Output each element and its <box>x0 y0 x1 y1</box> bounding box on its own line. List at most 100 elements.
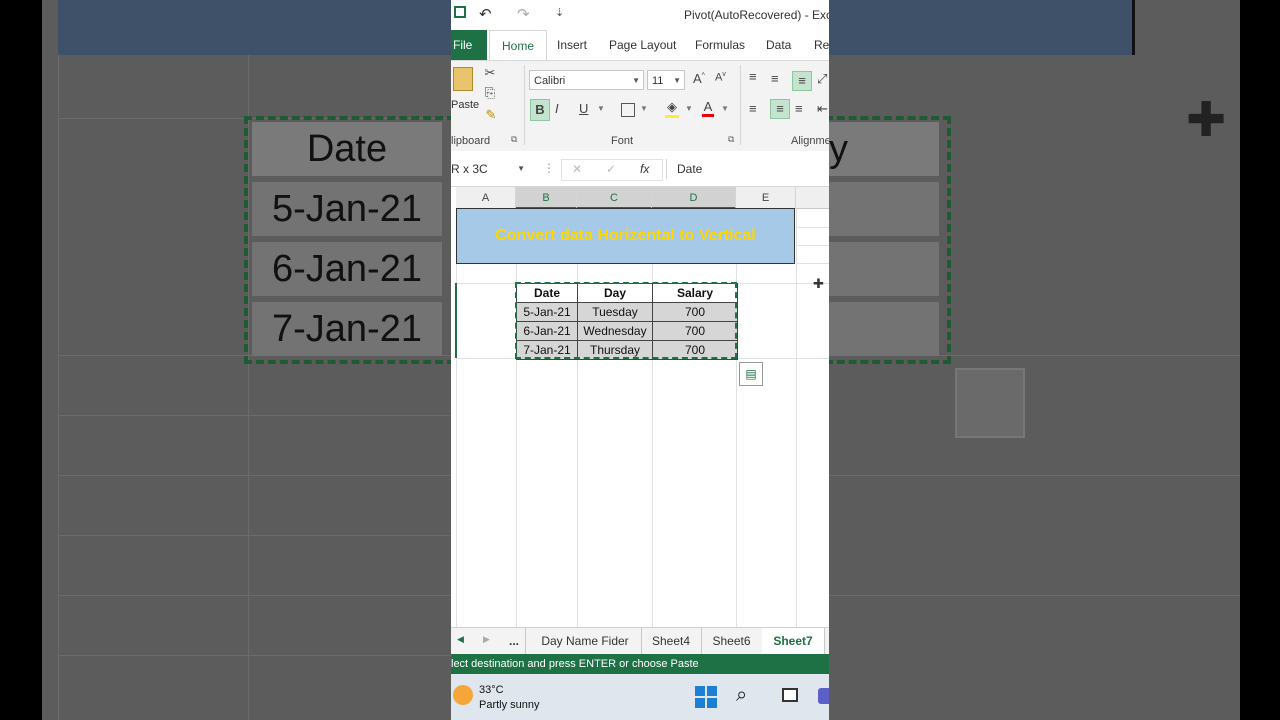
font-color-icon[interactable]: A <box>702 99 714 117</box>
column-header-e[interactable]: E <box>736 187 796 209</box>
cell-salary[interactable]: 700 <box>652 302 738 322</box>
font-name-select[interactable]: Calibri ▼ <box>529 70 644 90</box>
insert-function-icon[interactable]: fx <box>640 162 649 176</box>
teams-icon[interactable] <box>818 688 829 704</box>
header-day[interactable]: Day <box>577 283 653 303</box>
underline-button[interactable]: U <box>579 101 588 116</box>
excel-window: ↶ ↷ ⇣ Pivot(AutoRecovered) - Exce File H… <box>451 0 829 720</box>
more-icon: ⋮ <box>543 161 555 175</box>
more-sheets-button[interactable]: ... <box>503 628 526 654</box>
cell-salary[interactable]: 700 <box>652 340 738 360</box>
group-divider <box>524 65 525 145</box>
undo-icon[interactable]: ↶ <box>479 5 492 23</box>
weather-icon[interactable] <box>453 685 473 705</box>
enter-icon[interactable]: ✓ <box>606 162 616 176</box>
column-header-c[interactable]: C <box>577 187 652 209</box>
column-header-b[interactable]: B <box>516 187 577 209</box>
format-painter-icon[interactable]: ✎ <box>483 107 499 123</box>
sheet-tab[interactable]: Sheet4 <box>641 628 702 654</box>
cell-day[interactable]: Tuesday <box>577 302 653 322</box>
bg-gridline <box>829 475 1240 476</box>
header-salary[interactable]: Salary <box>652 283 738 303</box>
task-view-icon[interactable] <box>782 688 798 702</box>
tab-insert[interactable]: Insert <box>557 30 587 60</box>
data-table: Date Day Salary 5-Jan-21 Tuesday 700 6-J… <box>516 283 738 360</box>
bg-gridline <box>58 55 59 720</box>
chevron-down-icon: ▼ <box>632 76 640 85</box>
formula-input[interactable]: Date <box>666 159 829 179</box>
chevron-down-icon[interactable]: ▼ <box>685 104 693 113</box>
redo-icon[interactable]: ↷ <box>517 5 530 23</box>
cancel-icon[interactable]: ✕ <box>572 162 582 176</box>
chevron-down-icon[interactable]: ▼ <box>721 104 729 113</box>
dialog-launcher-icon[interactable]: ⧉ <box>511 134 517 145</box>
status-bar: lect destination and press ENTER or choo… <box>451 654 829 674</box>
gridline <box>516 209 517 627</box>
tab-page-layout[interactable]: Page Layout <box>609 30 676 60</box>
name-box[interactable]: R x 3C ▼ <box>451 159 529 179</box>
cut-icon[interactable]: ✂ <box>483 65 497 81</box>
increase-font-icon[interactable]: A^ <box>693 71 705 86</box>
weather-condition[interactable]: Partly sunny <box>479 699 540 711</box>
copy-icon[interactable]: ⎘ <box>482 85 498 101</box>
scroll-left-icon[interactable]: ◀ <box>457 634 464 645</box>
cell-day[interactable]: Wednesday <box>577 321 653 341</box>
column-header-a[interactable]: A <box>456 187 516 209</box>
indent-icon[interactable]: ⇤ <box>817 101 828 117</box>
windows-start-icon[interactable] <box>695 686 717 708</box>
cell-salary[interactable]: 700 <box>652 321 738 341</box>
sheet-tab[interactable]: Day Name Fider <box>529 628 642 654</box>
header-date[interactable]: Date <box>516 283 578 303</box>
decrease-font-icon[interactable]: Av <box>715 71 726 84</box>
paste-button[interactable]: Paste <box>451 99 479 111</box>
chevron-down-icon: ▼ <box>673 76 681 85</box>
paste-options-icon[interactable]: ▤ <box>739 362 763 386</box>
save-icon[interactable] <box>454 6 466 18</box>
gridline <box>796 245 829 246</box>
bg-gridline <box>58 415 451 416</box>
weather-temperature[interactable]: 33°C <box>479 684 504 696</box>
tab-home[interactable]: Home <box>489 30 548 61</box>
cursor-plus-icon: ✚ <box>1186 94 1227 147</box>
worksheet[interactable]: A B C D E F Convert data Horizental to V… <box>451 187 829 627</box>
tab-review[interactable]: Re <box>814 30 829 60</box>
tab-formulas[interactable]: Formulas <box>695 30 745 60</box>
bg-banner <box>829 0 1135 55</box>
cell-date[interactable]: 5-Jan-21 <box>516 302 578 322</box>
customize-qat-icon[interactable]: ⇣ <box>555 6 564 19</box>
orientation-icon[interactable]: ⤢ <box>817 71 827 87</box>
taskbar: 33°C Partly sunny ⌕ <box>451 674 829 720</box>
align-right-icon[interactable]: ≡ <box>795 101 803 116</box>
row-selection-indicator <box>455 283 457 358</box>
cell-day[interactable]: Thursday <box>577 340 653 360</box>
sheet-tab[interactable]: Sheet6 <box>701 628 763 654</box>
align-left-icon[interactable]: ≡ <box>749 101 757 116</box>
column-header-f[interactable]: F <box>796 187 829 209</box>
tab-data[interactable]: Data <box>766 30 791 60</box>
align-center-icon[interactable]: ≡ <box>770 99 790 119</box>
font-size-select[interactable]: 11 ▼ <box>647 70 685 90</box>
cell-date[interactable]: 6-Jan-21 <box>516 321 578 341</box>
align-bottom-icon[interactable]: ≡ <box>792 71 812 91</box>
table-row: 6-Jan-21 Wednesday 700 <box>516 321 738 341</box>
cell-date[interactable]: 7-Jan-21 <box>516 340 578 360</box>
scroll-right-icon[interactable]: ▶ <box>483 634 490 645</box>
dialog-launcher-icon[interactable]: ⧉ <box>728 134 734 145</box>
italic-button[interactable]: I <box>555 101 559 116</box>
paste-options-icon <box>955 368 1025 438</box>
align-top-icon[interactable]: ≡ <box>749 69 757 84</box>
fill-color-icon[interactable]: ◈ <box>665 99 679 118</box>
gridline <box>796 227 829 228</box>
window-title: Pivot(AutoRecovered) - Exce <box>684 8 829 22</box>
chevron-down-icon[interactable]: ▼ <box>640 104 648 113</box>
borders-icon[interactable] <box>621 103 635 117</box>
column-header-d[interactable]: D <box>652 187 736 209</box>
search-icon[interactable]: ⌕ <box>736 684 747 707</box>
gridline <box>577 209 578 627</box>
bold-button[interactable]: B <box>530 99 550 121</box>
paste-icon[interactable] <box>453 67 473 91</box>
chevron-down-icon[interactable]: ▼ <box>597 104 605 113</box>
align-middle-icon[interactable]: ≡ <box>771 71 779 86</box>
tab-file[interactable]: File <box>451 30 487 60</box>
sheet-tab-active[interactable]: Sheet7 <box>762 628 825 656</box>
